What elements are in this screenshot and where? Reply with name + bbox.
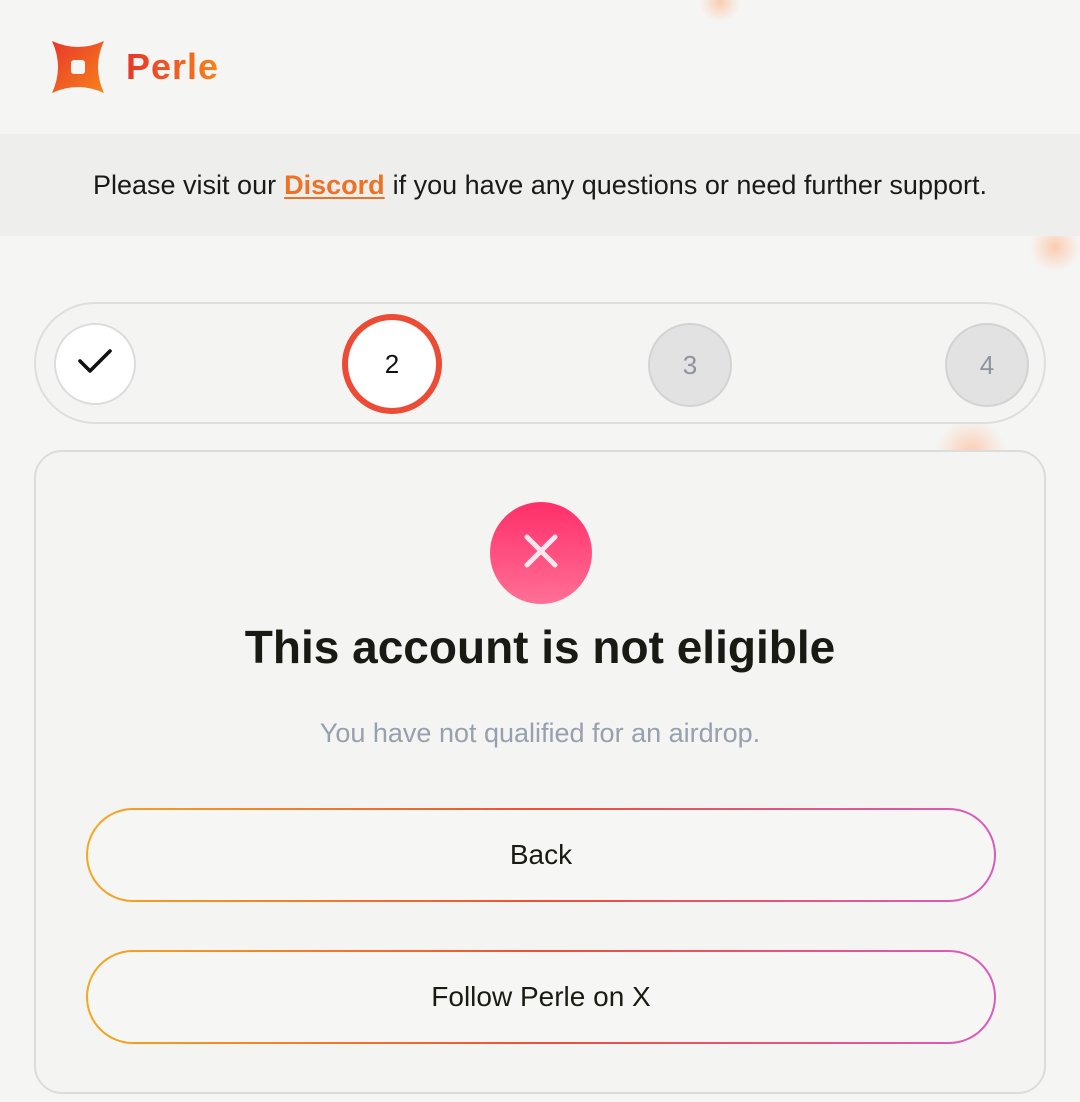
progress-stepper: 2 3 4 [34,302,1046,424]
support-notice: Please visit our Discord if you have any… [0,134,1080,236]
follow-on-x-button[interactable]: Follow Perle on X [86,950,996,1044]
back-button-label[interactable]: Back [88,810,994,900]
step-3-upcoming: 3 [648,323,732,407]
close-icon [519,529,563,578]
error-badge [490,502,592,604]
brand-name[interactable]: Perle [126,46,219,88]
eligibility-result-card: This account is not eligible You have no… [34,450,1046,1094]
back-button[interactable]: Back [86,808,996,902]
step-number: 3 [682,349,698,380]
step-number: 4 [979,349,995,380]
notice-text-suffix: if you have any questions or need furthe… [392,169,987,200]
site-header: Perle [0,0,1080,134]
step-4-upcoming: 4 [945,323,1029,407]
step-2-current: 2 [342,314,442,414]
result-message: You have not qualified for an airdrop. [319,718,761,748]
check-icon [77,347,113,382]
step-1-completed [54,323,136,405]
follow-button-label[interactable]: Follow Perle on X [88,952,994,1042]
discord-link[interactable]: Discord [284,170,385,201]
step-number: 2 [384,348,400,379]
result-title: This account is not eligible [244,621,836,673]
perle-logo-icon[interactable] [52,41,104,93]
notice-text-prefix: Please visit our [93,169,277,200]
